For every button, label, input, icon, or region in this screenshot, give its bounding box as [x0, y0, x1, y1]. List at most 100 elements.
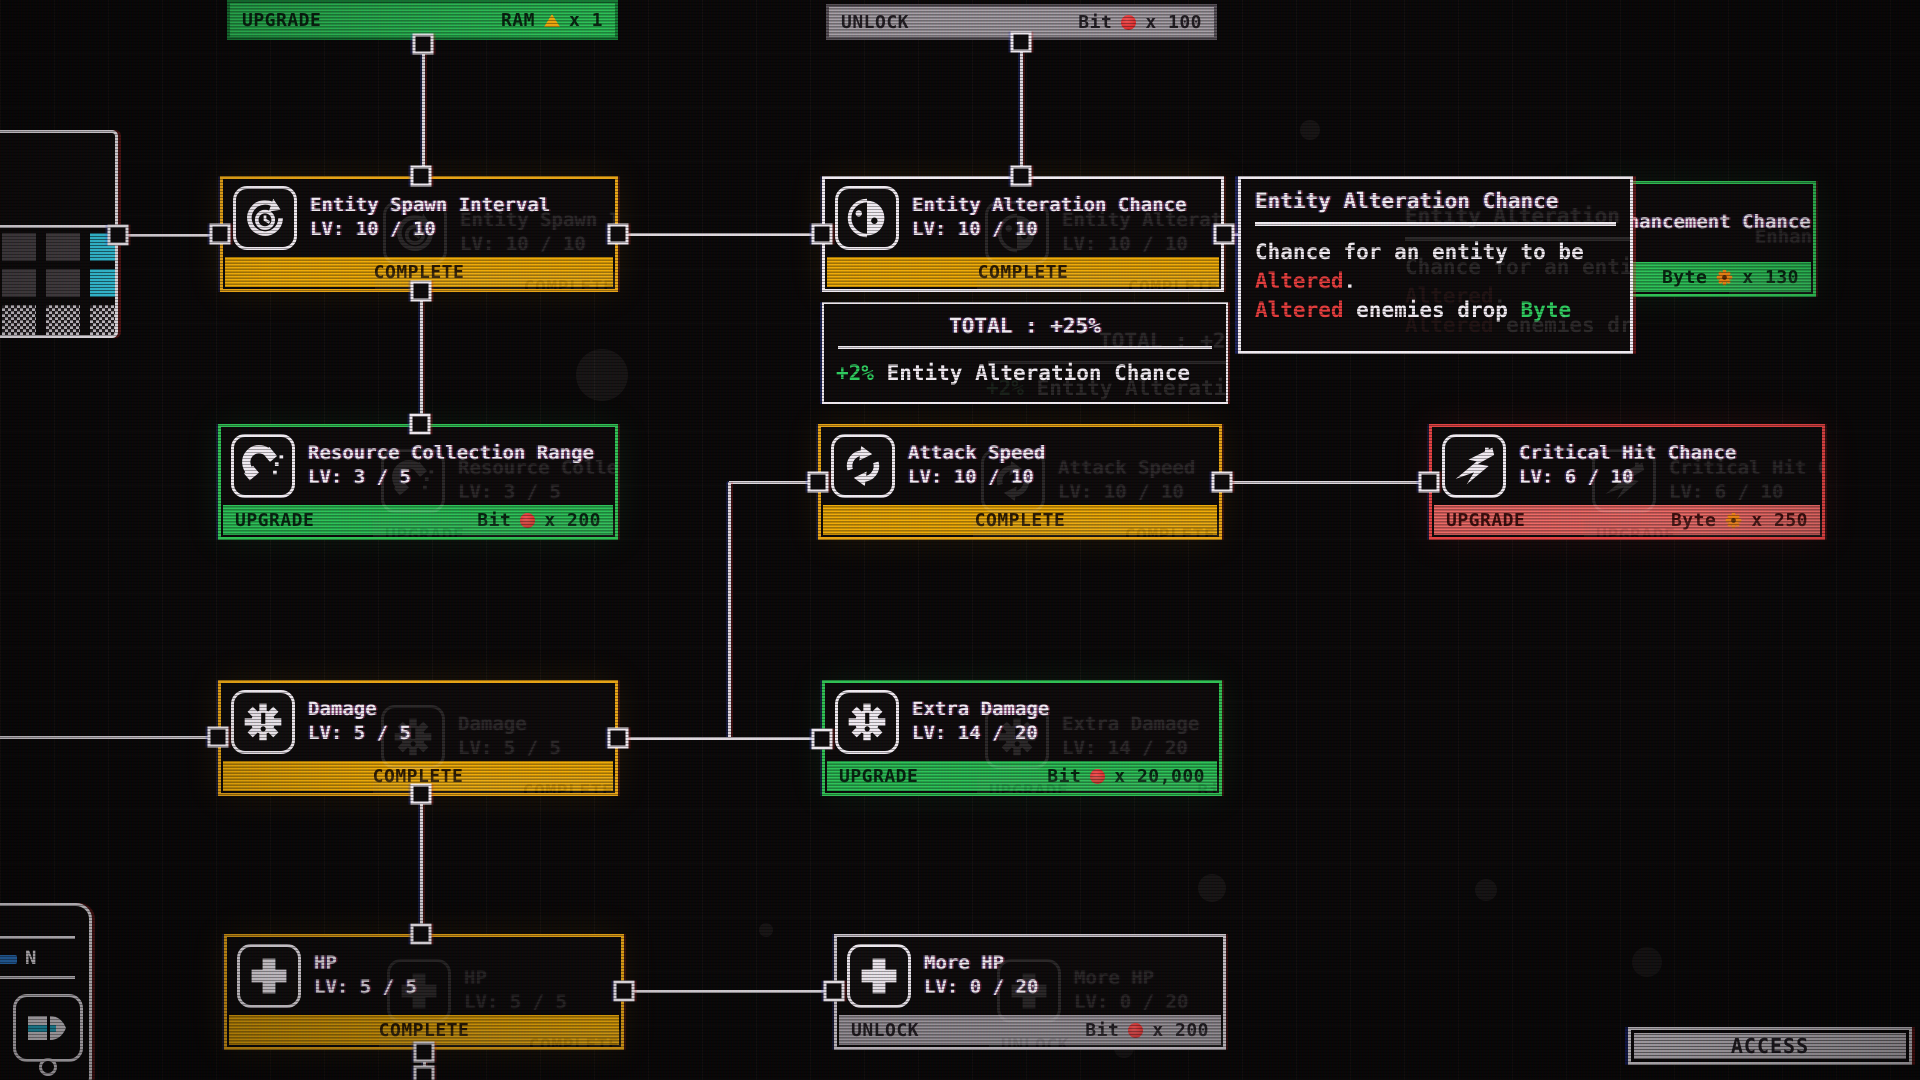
tooltip-body: Chance for an entity to beAltered.Altere… — [1255, 238, 1616, 325]
timer-icon — [233, 186, 297, 250]
total-panel: TOTAL : +25% +2% Entity Alteration Chanc… — [822, 302, 1228, 404]
connector-port — [108, 225, 129, 246]
node-action-bar[interactable]: UPGRADEBitx 200 — [223, 505, 613, 535]
connector-port — [608, 728, 629, 749]
bit-icon — [1090, 769, 1105, 784]
background-grid — [0, 0, 1920, 1080]
mask-icon — [835, 186, 899, 250]
currency-name: Byte — [1662, 267, 1707, 288]
cost: Byte x 130 — [1662, 267, 1799, 288]
tooltip-line: Altered enemies drop Byte — [1255, 296, 1616, 325]
skill-node-hp[interactable]: HPLV: 5 / 5COMPLETEHPLV: 5 / 5COMPLETE — [224, 934, 624, 1050]
cost: Bitx 200 — [1085, 1020, 1209, 1041]
access-button[interactable]: ACCESS — [1628, 1027, 1912, 1065]
skill-node-resource-collection-range[interactable]: Resource Collection RangeLV: 3 / 5 UPGRAD… — [218, 424, 618, 540]
total-bonus-line: +2% Entity Alteration Chance — [836, 361, 1214, 385]
connector-port — [411, 281, 432, 302]
cost-amount: x 200 — [1152, 1020, 1209, 1041]
bit-icon — [1128, 1023, 1143, 1038]
node-title: Entity Spawn Interval — [310, 194, 550, 218]
hub-tile-cyan — [90, 269, 118, 297]
skill-node-extra-damage[interactable]: Extra DamageLV: 14 / 20UPGRADEBitx 20,00… — [822, 680, 1222, 796]
decor-dot — [1300, 120, 1320, 140]
text-segment: . — [1344, 269, 1357, 293]
node-action-bar[interactable]: COMPLETE — [823, 505, 1217, 535]
node-action-label: COMPLETE — [975, 510, 1066, 531]
bullet-icon — [25, 1013, 71, 1043]
node-action-label: UNLOCK — [851, 1020, 919, 1041]
link-line — [1020, 38, 1023, 176]
connector-port — [1214, 224, 1235, 245]
connector-port — [410, 414, 431, 435]
node-level: LV: 3 / 5 — [308, 466, 594, 490]
connector-port — [808, 472, 829, 493]
tooltip-line: Chance for an entity to be — [1255, 238, 1616, 267]
node-title: More HP — [924, 952, 1038, 976]
currency-name: Bit — [477, 510, 511, 531]
connector-port — [413, 34, 434, 55]
total-divider — [838, 346, 1212, 349]
ammo-panel[interactable]: N — [0, 903, 92, 1080]
tooltip-line: Altered. — [1255, 267, 1616, 296]
node-title: Attack Speed — [908, 442, 1045, 466]
plus-icon — [847, 944, 911, 1008]
text-segment: Byte — [1521, 298, 1572, 322]
node-level: LV: 6 / 10 — [1519, 466, 1736, 490]
node-action-bar[interactable]: UPGRADEBytex 250 — [1434, 505, 1820, 535]
access-button-label: ACCESS — [1634, 1033, 1906, 1059]
ammo-panel-divider — [0, 976, 75, 979]
link-line — [729, 481, 818, 484]
skill-node-critical-hit-chance[interactable]: Critical Hit ChanceLV: 6 / 10UPGRADEByte… — [1429, 424, 1825, 540]
cost: RAM x 1 — [501, 10, 603, 31]
skill-node-damage[interactable]: DamageLV: 5 / 5COMPLETEDamageLV: 5 / 5CO… — [218, 680, 618, 796]
skill-node-entity-alteration-chance[interactable]: Entity Alteration ChanceLV: 10 / 10 COMPL… — [822, 176, 1224, 292]
skill-node-entity-spawn-interval[interactable]: Entity Spawn IntervalLV: 10 / 10 COMPLETE… — [220, 176, 618, 292]
node-action-label: COMPLETE — [379, 1020, 470, 1041]
node-level: LV: 10 / 10 — [912, 218, 1187, 242]
text-segment: Altered — [1255, 269, 1344, 293]
hub-panel-divider — [0, 225, 115, 228]
hub-tile-noise — [90, 305, 118, 335]
hub-tile-noise — [2, 305, 36, 335]
link-line — [422, 40, 425, 176]
link-line — [0, 736, 218, 739]
node-action-bar[interactable]: UPGRADEBitx 20,000 — [827, 761, 1217, 791]
cost-amount: x 130 — [1742, 267, 1799, 288]
decor-dot — [1632, 947, 1662, 977]
skill-node-more-hp[interactable]: More HPLV: 0 / 20UNLOCKBitx 200More HPLV… — [834, 934, 1226, 1050]
node-action-label: UPGRADE — [242, 10, 321, 31]
refresh-icon — [831, 434, 895, 498]
link-line — [618, 737, 822, 740]
connector-port — [614, 981, 635, 1002]
hub-panel[interactable] — [0, 130, 118, 338]
node-title: Resource Collection Range — [308, 442, 594, 466]
connector-port — [411, 784, 432, 805]
node-title: HP — [314, 952, 417, 976]
scanline-overlay — [0, 0, 1920, 1080]
connector-port — [1011, 166, 1032, 187]
connector-port — [812, 224, 833, 245]
cost: Bitx 200 — [477, 510, 601, 531]
node-action-bar[interactable]: COMPLETE — [229, 1015, 619, 1045]
link-line — [618, 233, 822, 236]
node-action-label: COMPLETE — [374, 262, 465, 283]
hub-tile-gray — [46, 269, 80, 297]
node-level: LV: 10 / 10 — [310, 218, 550, 242]
vignette-overlay — [0, 0, 1920, 1080]
hub-tile-gray — [46, 233, 80, 261]
cost-amount: x 1 — [569, 10, 603, 31]
tooltip-title: Entity Alteration Chance — [1255, 189, 1616, 213]
decor-dot — [1475, 879, 1497, 901]
link-line — [118, 234, 220, 237]
skill-tooltip: Entity Alteration Chance Chance for an e… — [1238, 176, 1633, 354]
node-action-label: UPGRADE — [1446, 510, 1525, 531]
skill-node-attack-speed[interactable]: Attack SpeedLV: 10 / 10COMPLETEAttack Sp… — [818, 424, 1222, 540]
node-title: Entity Alteration Chance — [912, 194, 1187, 218]
node-action-bar[interactable]: COMPLETE — [827, 257, 1219, 287]
link-line — [420, 794, 423, 934]
currency-name: RAM — [501, 10, 535, 31]
cost-amount: x 20,000 — [1114, 766, 1205, 787]
node-action-bar[interactable]: UNLOCK Bitx 200 — [839, 1015, 1221, 1045]
connector-port — [1212, 472, 1233, 493]
hub-tile-gray — [2, 233, 36, 261]
